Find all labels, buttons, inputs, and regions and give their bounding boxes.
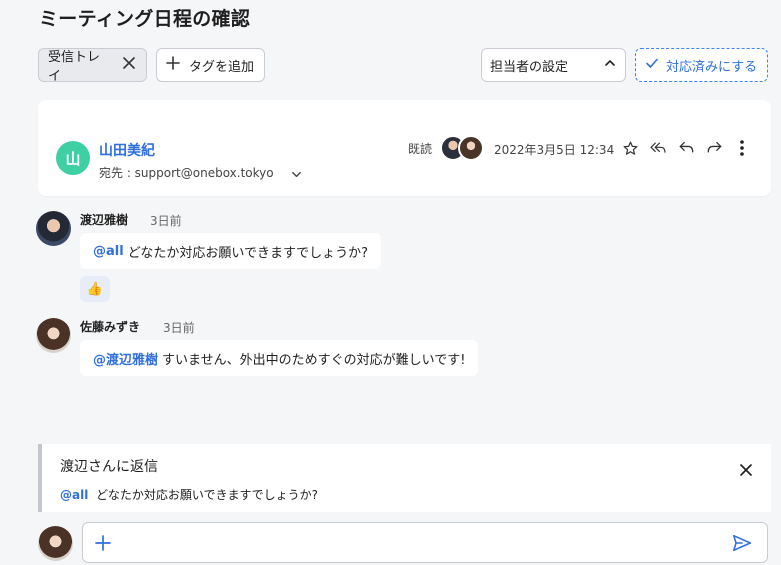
inbox-tag-chip[interactable]: 受信トレイ [38, 48, 147, 84]
comment-item: 佐藤みずき 3日前 @渡辺雅樹 すいません、外出中のためすぐの対応が難しいです! [36, 318, 496, 378]
mention[interactable]: @all [93, 244, 124, 259]
add-tag-label: タグを追加 [189, 59, 255, 75]
forward-icon[interactable] [704, 138, 724, 158]
reply-preview: 渡辺さんに返信 @all どなたか対応お願いできますでしょうか? [38, 444, 771, 512]
mail-header-card: 山 山田美紀 宛先 : support@onebox.tokyo 既読 2022… [38, 100, 771, 196]
avatar [36, 211, 71, 246]
comment-item: 渡辺雅樹 3日前 @all どなたか対応お願いできますでしょうか? 👍 [36, 211, 436, 306]
read-avatars [440, 135, 486, 161]
mail-actions [620, 138, 752, 158]
check-icon [644, 55, 660, 75]
close-icon[interactable] [739, 462, 753, 481]
send-icon[interactable] [731, 532, 753, 558]
reply-quote-text: どなたか対応お願いできますでしょうか? [96, 488, 319, 502]
reaction-badge[interactable]: 👍 [80, 276, 110, 302]
plus-icon[interactable] [94, 534, 112, 556]
inbox-tag-label: 受信トレイ [48, 50, 101, 84]
avatar [458, 135, 484, 161]
close-icon[interactable] [122, 56, 136, 74]
reply-title: 渡辺さんに返信 [60, 459, 158, 475]
comment-text: すいません、外出中のためすぐの対応が難しいです! [162, 352, 466, 368]
reply-quote: @all どなたか対応お願いできますでしょうか? [60, 486, 318, 503]
comment-input[interactable] [82, 522, 768, 563]
recipient-text: 宛先 : support@onebox.tokyo [99, 166, 274, 180]
add-tag-button[interactable]: タグを追加 [156, 48, 265, 82]
mention[interactable]: @渡辺雅樹 [93, 349, 158, 368]
comment-time: 3日前 [163, 321, 195, 335]
page-title: ミーティング日程の確認 [39, 8, 251, 30]
comment-author: 渡辺雅樹 [80, 213, 129, 227]
more-vertical-icon[interactable] [732, 138, 752, 158]
page: ミーティング日程の確認 受信トレイ タグを追加 担当者の設定 対応済みにする 山… [0, 0, 781, 565]
sender-name[interactable]: 山田美紀 [99, 140, 155, 160]
comment-bubble: @渡辺雅樹 すいません、外出中のためすぐの対応が難しいです! [80, 340, 479, 376]
read-label: 既読 [408, 142, 433, 156]
plus-icon [165, 55, 181, 75]
assignee-label: 担当者の設定 [490, 59, 569, 75]
sender-avatar: 山 [56, 141, 90, 175]
comment-author: 佐藤みずき [80, 320, 141, 334]
comment-bubble: @all どなたか対応お願いできますでしょうか? [80, 233, 382, 269]
mention: @all [60, 488, 89, 502]
star-icon[interactable] [620, 138, 640, 158]
chevron-up-icon [603, 56, 617, 74]
assignee-select[interactable]: 担当者の設定 [481, 48, 626, 82]
mail-date: 2022年3月5日 12:34 [494, 143, 615, 157]
reply-icon[interactable] [676, 138, 696, 158]
comment-time: 3日前 [150, 214, 182, 228]
chevron-down-icon[interactable] [290, 166, 303, 185]
mark-done-label: 対応済みにする [666, 59, 758, 75]
avatar [36, 318, 71, 353]
avatar [38, 526, 73, 561]
mark-done-button[interactable]: 対応済みにする [635, 48, 768, 82]
reply-all-icon[interactable] [648, 138, 668, 158]
comment-text: どなたか対応お願いできますでしょうか? [127, 245, 369, 261]
